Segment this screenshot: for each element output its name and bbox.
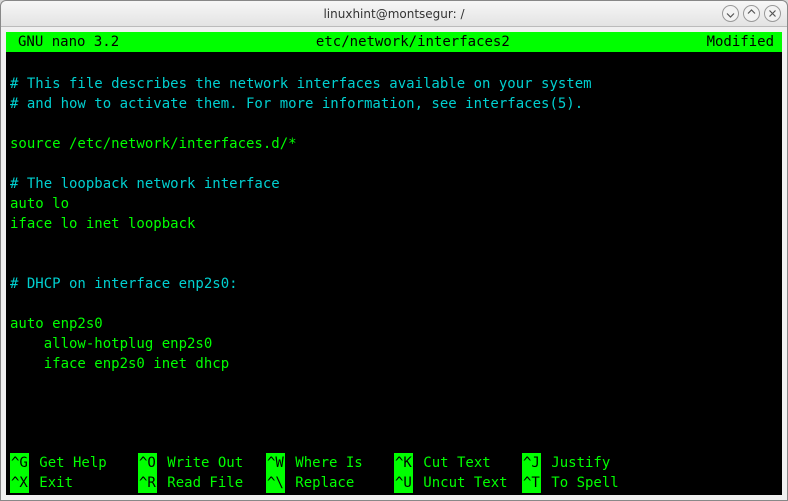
editor-line[interactable]: source /etc/network/interfaces.d/* bbox=[10, 134, 778, 154]
editor-line[interactable] bbox=[10, 394, 778, 414]
terminal-window: linuxhint@montsegur: / GNU nano 3.2 etc/… bbox=[0, 0, 788, 501]
shortcut-key: ^G bbox=[10, 453, 29, 473]
nano-filepath: etc/network/interfaces2 bbox=[119, 32, 706, 52]
editor-line[interactable] bbox=[10, 114, 778, 134]
shortcut-key: ^X bbox=[10, 473, 29, 493]
shortcut-key: ^J bbox=[522, 453, 541, 473]
editor-line[interactable]: # and how to activate them. For more inf… bbox=[10, 94, 778, 114]
minimize-button[interactable] bbox=[722, 5, 739, 22]
editor-line[interactable]: # This file describes the network interf… bbox=[10, 74, 778, 94]
shortcut-key: ^W bbox=[266, 453, 285, 473]
shortcut: ^W Where Is bbox=[266, 453, 394, 473]
shortcut: ^X Exit bbox=[10, 473, 138, 493]
shortcut-label: To Spell bbox=[541, 473, 619, 493]
shortcut-key: ^T bbox=[522, 473, 541, 493]
editor-line[interactable]: iface enp2s0 inet dhcp bbox=[10, 354, 778, 374]
shortcut: ^K Cut Text bbox=[394, 453, 522, 473]
shortcut-label: Uncut Text bbox=[413, 473, 508, 493]
shortcut bbox=[650, 453, 778, 473]
shortcut-label: Replace bbox=[285, 473, 354, 493]
nano-version: GNU nano 3.2 bbox=[10, 32, 119, 52]
editor-content[interactable]: # This file describes the network interf… bbox=[6, 52, 782, 453]
shortcut-label: Get Help bbox=[29, 453, 107, 473]
editor-line[interactable] bbox=[10, 54, 778, 74]
shortcut-key: ^R bbox=[138, 473, 157, 493]
nano-footer: ^G Get Help^O Write Out^W Where Is^K Cut… bbox=[6, 453, 782, 495]
shortcut-key: ^K bbox=[394, 453, 413, 473]
editor-line[interactable] bbox=[10, 154, 778, 174]
shortcut-label: Justify bbox=[541, 453, 610, 473]
editor-line[interactable]: auto lo bbox=[10, 194, 778, 214]
terminal-area[interactable]: GNU nano 3.2 etc/network/interfaces2 Mod… bbox=[6, 32, 782, 495]
close-button[interactable] bbox=[764, 5, 781, 22]
shortcut: ^\ Replace bbox=[266, 473, 394, 493]
shortcut-key: ^O bbox=[138, 453, 157, 473]
editor-line[interactable]: # The loopback network interface bbox=[10, 174, 778, 194]
shortcut: ^U Uncut Text bbox=[394, 473, 522, 493]
titlebar[interactable]: linuxhint@montsegur: / bbox=[1, 1, 787, 27]
editor-line[interactable]: # DHCP on interface enp2s0: bbox=[10, 274, 778, 294]
window-title: linuxhint@montsegur: / bbox=[323, 7, 464, 21]
shortcut: ^R Read File bbox=[138, 473, 266, 493]
shortcut-label: Cut Text bbox=[413, 453, 491, 473]
editor-line[interactable] bbox=[10, 374, 778, 394]
shortcut: ^O Write Out bbox=[138, 453, 266, 473]
shortcut-key: ^\ bbox=[266, 473, 285, 493]
titlebar-controls bbox=[722, 5, 781, 22]
shortcut-label: Write Out bbox=[157, 453, 243, 473]
nano-status: Modified bbox=[707, 32, 778, 52]
editor-line[interactable]: iface lo inet loopback bbox=[10, 214, 778, 234]
nano-header: GNU nano 3.2 etc/network/interfaces2 Mod… bbox=[6, 32, 782, 52]
shortcut-label: Where Is bbox=[285, 453, 363, 473]
editor-line[interactable] bbox=[10, 234, 778, 254]
shortcut: ^G Get Help bbox=[10, 453, 138, 473]
shortcut bbox=[650, 473, 778, 493]
shortcut: ^J Justify bbox=[522, 453, 650, 473]
shortcut-label: Exit bbox=[29, 473, 73, 493]
editor-line[interactable] bbox=[10, 254, 778, 274]
shortcut: ^T To Spell bbox=[522, 473, 650, 493]
editor-line[interactable]: allow-hotplug enp2s0 bbox=[10, 334, 778, 354]
editor-line[interactable] bbox=[10, 294, 778, 314]
shortcut-label: Read File bbox=[157, 473, 243, 493]
shortcut-key: ^U bbox=[394, 473, 413, 493]
maximize-button[interactable] bbox=[743, 5, 760, 22]
editor-line[interactable]: auto enp2s0 bbox=[10, 314, 778, 334]
